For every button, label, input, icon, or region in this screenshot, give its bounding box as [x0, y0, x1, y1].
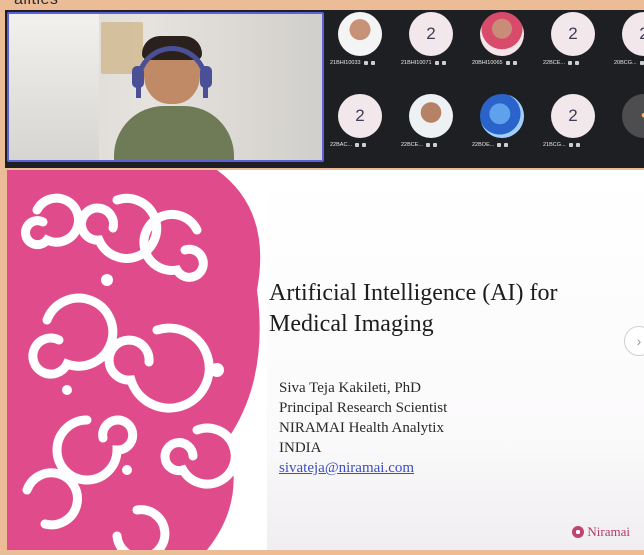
- participant-tile[interactable]: 2 21BHI10071: [401, 10, 461, 72]
- camera-off-icon: [504, 143, 509, 147]
- participant-label: 21BHI10033: [330, 60, 392, 66]
- participant-name: 22BCE...: [401, 142, 424, 148]
- slide-title: Artificial Intelligence (AI) for Medical…: [269, 278, 629, 340]
- mic-muted-icon: [505, 61, 510, 65]
- niramai-logo-mark: [572, 526, 585, 538]
- participant-avatar: 2: [551, 94, 595, 138]
- participant-name: 21BHI10033: [330, 60, 361, 66]
- mic-muted-icon: [568, 143, 573, 147]
- participant-label: 22BCE...: [401, 142, 463, 148]
- participant-avatar: 2: [551, 12, 595, 56]
- participant-avatar: [480, 12, 524, 56]
- participant-name: 21BHI10071: [401, 60, 432, 66]
- participant-tile[interactable]: 22BCE...: [401, 92, 461, 154]
- participant-name: 20BHI10065: [472, 60, 503, 66]
- participant-tile[interactable]: 20BHI10065: [472, 10, 532, 72]
- participant-avatar: 2: [338, 94, 382, 138]
- participant-name: 22BOE...: [472, 142, 495, 148]
- camera-off-icon: [362, 143, 367, 147]
- mic-muted-icon: [568, 61, 573, 65]
- headset-earcup-left: [132, 66, 144, 88]
- participant-avatar: 2: [409, 12, 453, 56]
- participant-tile[interactable]: 2 22BCE...: [543, 10, 603, 72]
- participant-avatar: 2: [622, 12, 644, 56]
- participant-tile[interactable]: 2 21BCG...: [543, 92, 603, 154]
- participant-tile[interactable]: 21BHI10033: [330, 10, 390, 72]
- mic-muted-icon: [355, 143, 360, 147]
- camera-off-icon: [575, 143, 580, 147]
- presenter-email-link[interactable]: sivateja@niramai.com: [279, 460, 414, 476]
- speaker-torso: [114, 106, 234, 160]
- background-window: [9, 14, 99, 160]
- participant-label: 20BHI10065: [472, 60, 534, 66]
- participant-label: 22BOE...: [472, 142, 534, 148]
- presenter-info: Siva Teja Kakileti, PhD Principal Resear…: [279, 378, 447, 478]
- presenter-name: Siva Teja Kakileti, PhD: [279, 380, 421, 396]
- participant-avatar: •: [622, 94, 644, 138]
- camera-off-icon: [512, 61, 517, 65]
- frame-border-left: [0, 0, 5, 555]
- mic-muted-icon: [426, 143, 431, 147]
- presenter-country: INDIA: [279, 440, 322, 456]
- niramai-logo: Niramai: [572, 524, 630, 540]
- next-slide-button[interactable]: ›: [624, 326, 644, 356]
- slide-title-line-1: Artificial Intelligence (AI) for: [269, 280, 558, 306]
- participant-label: 21BCG...: [543, 142, 605, 148]
- mic-muted-icon: [497, 143, 502, 147]
- participant-name: 22BCE...: [543, 60, 566, 66]
- participant-name: 20BCG...: [614, 60, 637, 66]
- mic-muted-icon: [434, 61, 439, 65]
- camera-off-icon: [433, 143, 438, 147]
- participant-tile[interactable]: •: [614, 92, 644, 154]
- participant-grid: 21BHI10033 2 21BHI10071 20BHI10065 2 22BCE...…: [330, 10, 644, 166]
- shared-slide: Artificial Intelligence (AI) for Medical…: [7, 170, 644, 550]
- participant-avatar: [480, 94, 524, 138]
- swirl-decoration: [7, 170, 267, 550]
- participant-tile[interactable]: 22BOE...: [472, 92, 532, 154]
- camera-off-icon: [370, 61, 375, 65]
- participant-name: 21BCG...: [543, 142, 566, 148]
- slide-title-line-2: Medical Imaging: [269, 311, 434, 337]
- presenter-role: Principal Research Scientist: [279, 400, 448, 416]
- speaker-person: [114, 32, 234, 160]
- presenter-organization: NIRAMAI Health Analytix: [279, 420, 444, 436]
- participant-label: 22BAC...: [330, 142, 392, 148]
- camera-off-icon: [441, 61, 446, 65]
- active-speaker-video[interactable]: [7, 12, 324, 162]
- participant-tile[interactable]: 2 22BAC...: [330, 92, 390, 154]
- participant-name: 22BAC...: [330, 142, 353, 148]
- cropped-header-text: alities: [14, 0, 58, 9]
- chevron-right-icon: ›: [636, 333, 642, 349]
- participant-avatar: [409, 94, 453, 138]
- participant-label: 21BHI10071: [401, 60, 463, 66]
- mic-muted-icon: [639, 61, 644, 65]
- participant-label: 22BCE...: [543, 60, 605, 66]
- camera-off-icon: [575, 61, 580, 65]
- frame-border-top: [0, 0, 644, 10]
- niramai-logo-text: Niramai: [587, 524, 630, 539]
- participant-tile[interactable]: 2 20BCG...: [614, 10, 644, 72]
- headset-earcup-right: [200, 66, 212, 88]
- participant-avatar: [338, 12, 382, 56]
- mic-muted-icon: [363, 61, 368, 65]
- participant-label: 20BCG...: [614, 60, 644, 66]
